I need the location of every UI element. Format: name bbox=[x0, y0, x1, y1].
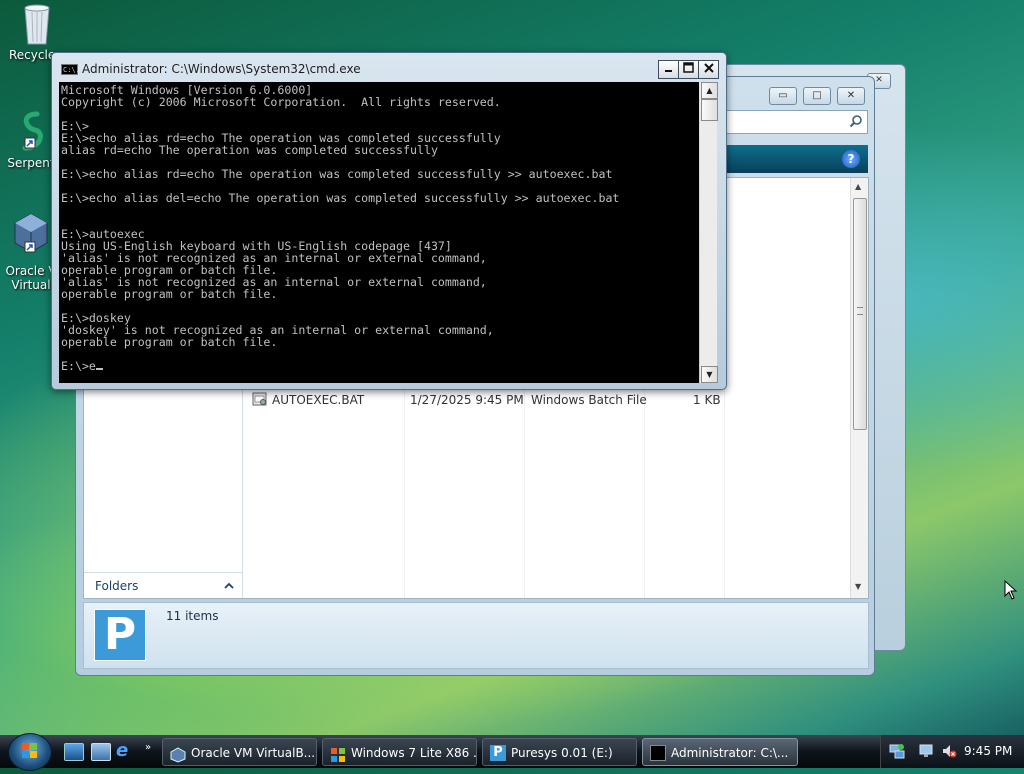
taskbar-button-windows7[interactable]: Windows 7 Lite X86 ... bbox=[322, 738, 477, 766]
chevron-up-icon[interactable] bbox=[224, 573, 234, 599]
taskbar-button-cmd[interactable]: Administrator: C:\... bbox=[642, 738, 798, 766]
clock[interactable]: 9:45 PM bbox=[964, 744, 1012, 758]
search-input[interactable] bbox=[726, 110, 868, 134]
serpent-icon bbox=[11, 110, 51, 151]
command-bar: ? bbox=[726, 145, 868, 173]
taskbar-button-puresys[interactable]: P Puresys 0.01 (E:) bbox=[482, 738, 637, 766]
cmd-icon: C:\. bbox=[61, 64, 80, 75]
text-cursor bbox=[95, 368, 103, 370]
minimize-button[interactable] bbox=[658, 60, 679, 79]
cmd-icon bbox=[650, 745, 666, 761]
taskbar-button-label: Administrator: C:\... bbox=[671, 746, 789, 760]
scroll-thumb[interactable] bbox=[701, 99, 718, 121]
file-name: AUTOEXEC.BAT bbox=[272, 393, 365, 407]
scroll-down-arrow[interactable]: ▼ bbox=[701, 366, 718, 383]
virtualbox-icon bbox=[11, 212, 51, 253]
switch-windows-icon[interactable] bbox=[91, 743, 111, 761]
maximize-button[interactable] bbox=[678, 60, 699, 79]
puresys-icon: P bbox=[490, 745, 506, 761]
volume-muted-icon[interactable] bbox=[941, 743, 957, 763]
mouse-pointer-icon bbox=[1004, 579, 1018, 604]
windows-logo-icon bbox=[22, 743, 37, 758]
taskbar-button-label: Windows 7 Lite X86 ... bbox=[351, 746, 477, 760]
cmd-window[interactable]: C:\. Administrator: C:\Windows\System32\… bbox=[51, 52, 727, 390]
taskbar-button-label: Oracle VM VirtualB... bbox=[191, 746, 316, 760]
puresys-logo: P bbox=[94, 609, 146, 661]
internet-explorer-icon[interactable]: e bbox=[116, 742, 134, 760]
show-desktop-icon[interactable] bbox=[64, 743, 84, 761]
file-type: Windows Batch File bbox=[531, 393, 647, 407]
console-output[interactable]: Microsoft Windows [Version 6.0.6000] Copy… bbox=[59, 82, 699, 383]
item-count: 11 items bbox=[166, 609, 219, 623]
details-pane: P 11 items bbox=[83, 602, 869, 669]
console-prompt: E:\>e bbox=[61, 359, 96, 373]
taskbar-button-label: Puresys 0.01 (E:) bbox=[511, 746, 613, 760]
recycle-bin-icon bbox=[17, 2, 57, 45]
scroll-up-arrow[interactable]: ▲ bbox=[855, 182, 861, 191]
console-line: alias rd=echo The operation was complete… bbox=[61, 143, 438, 157]
system-tray: 9:45 PM bbox=[880, 735, 1024, 768]
console-prompt-line: E:\>e bbox=[61, 360, 699, 372]
batch-file-icon bbox=[252, 391, 268, 410]
close-button[interactable] bbox=[698, 60, 719, 79]
taskbar: e » Oracle VM VirtualB... Windows 7 Lite… bbox=[0, 733, 1024, 771]
console-line: operable program or batch file. bbox=[61, 287, 278, 301]
taskbar-button-virtualbox[interactable]: Oracle VM VirtualB... bbox=[162, 738, 317, 766]
scroll-thumb[interactable] bbox=[853, 198, 867, 430]
file-size: 1 KB bbox=[693, 393, 721, 407]
console-line: operable program or batch file. bbox=[61, 335, 278, 349]
console-line: E:\>echo alias rd=echo The operation was… bbox=[61, 167, 613, 181]
network-icon[interactable] bbox=[889, 743, 905, 763]
file-date: 1/27/2025 9:45 PM bbox=[410, 393, 524, 407]
vertical-scrollbar[interactable]: ▲ ▼ bbox=[850, 178, 868, 598]
start-button[interactable] bbox=[8, 733, 52, 771]
console-line: Copyright (c) 2006 Microsoft Corporation… bbox=[61, 95, 501, 109]
quick-launch-overflow-icon[interactable]: » bbox=[145, 742, 151, 753]
minimize-button[interactable]: ▭ bbox=[769, 87, 797, 105]
cmd-window-title: Administrator: C:\Windows\System32\cmd.e… bbox=[82, 62, 361, 76]
grip-icon bbox=[857, 307, 863, 315]
virtualbox-icon bbox=[170, 745, 186, 763]
windows-explorer-icon bbox=[330, 745, 346, 762]
close-button[interactable]: ✕ bbox=[837, 87, 865, 105]
scroll-down-arrow[interactable]: ▼ bbox=[855, 582, 861, 591]
display-icon[interactable] bbox=[919, 743, 935, 763]
console-line: E:\>echo alias del=echo The operation wa… bbox=[61, 191, 620, 205]
maximize-button[interactable]: □ bbox=[803, 87, 831, 105]
scroll-up-arrow[interactable]: ▲ bbox=[701, 82, 718, 99]
folders-toggle[interactable]: Folders bbox=[84, 572, 242, 598]
search-icon[interactable] bbox=[849, 113, 863, 132]
cmd-vertical-scrollbar[interactable]: ▲ ▼ bbox=[700, 82, 718, 383]
help-icon[interactable]: ? bbox=[842, 150, 860, 168]
folders-label: Folders bbox=[95, 579, 139, 593]
